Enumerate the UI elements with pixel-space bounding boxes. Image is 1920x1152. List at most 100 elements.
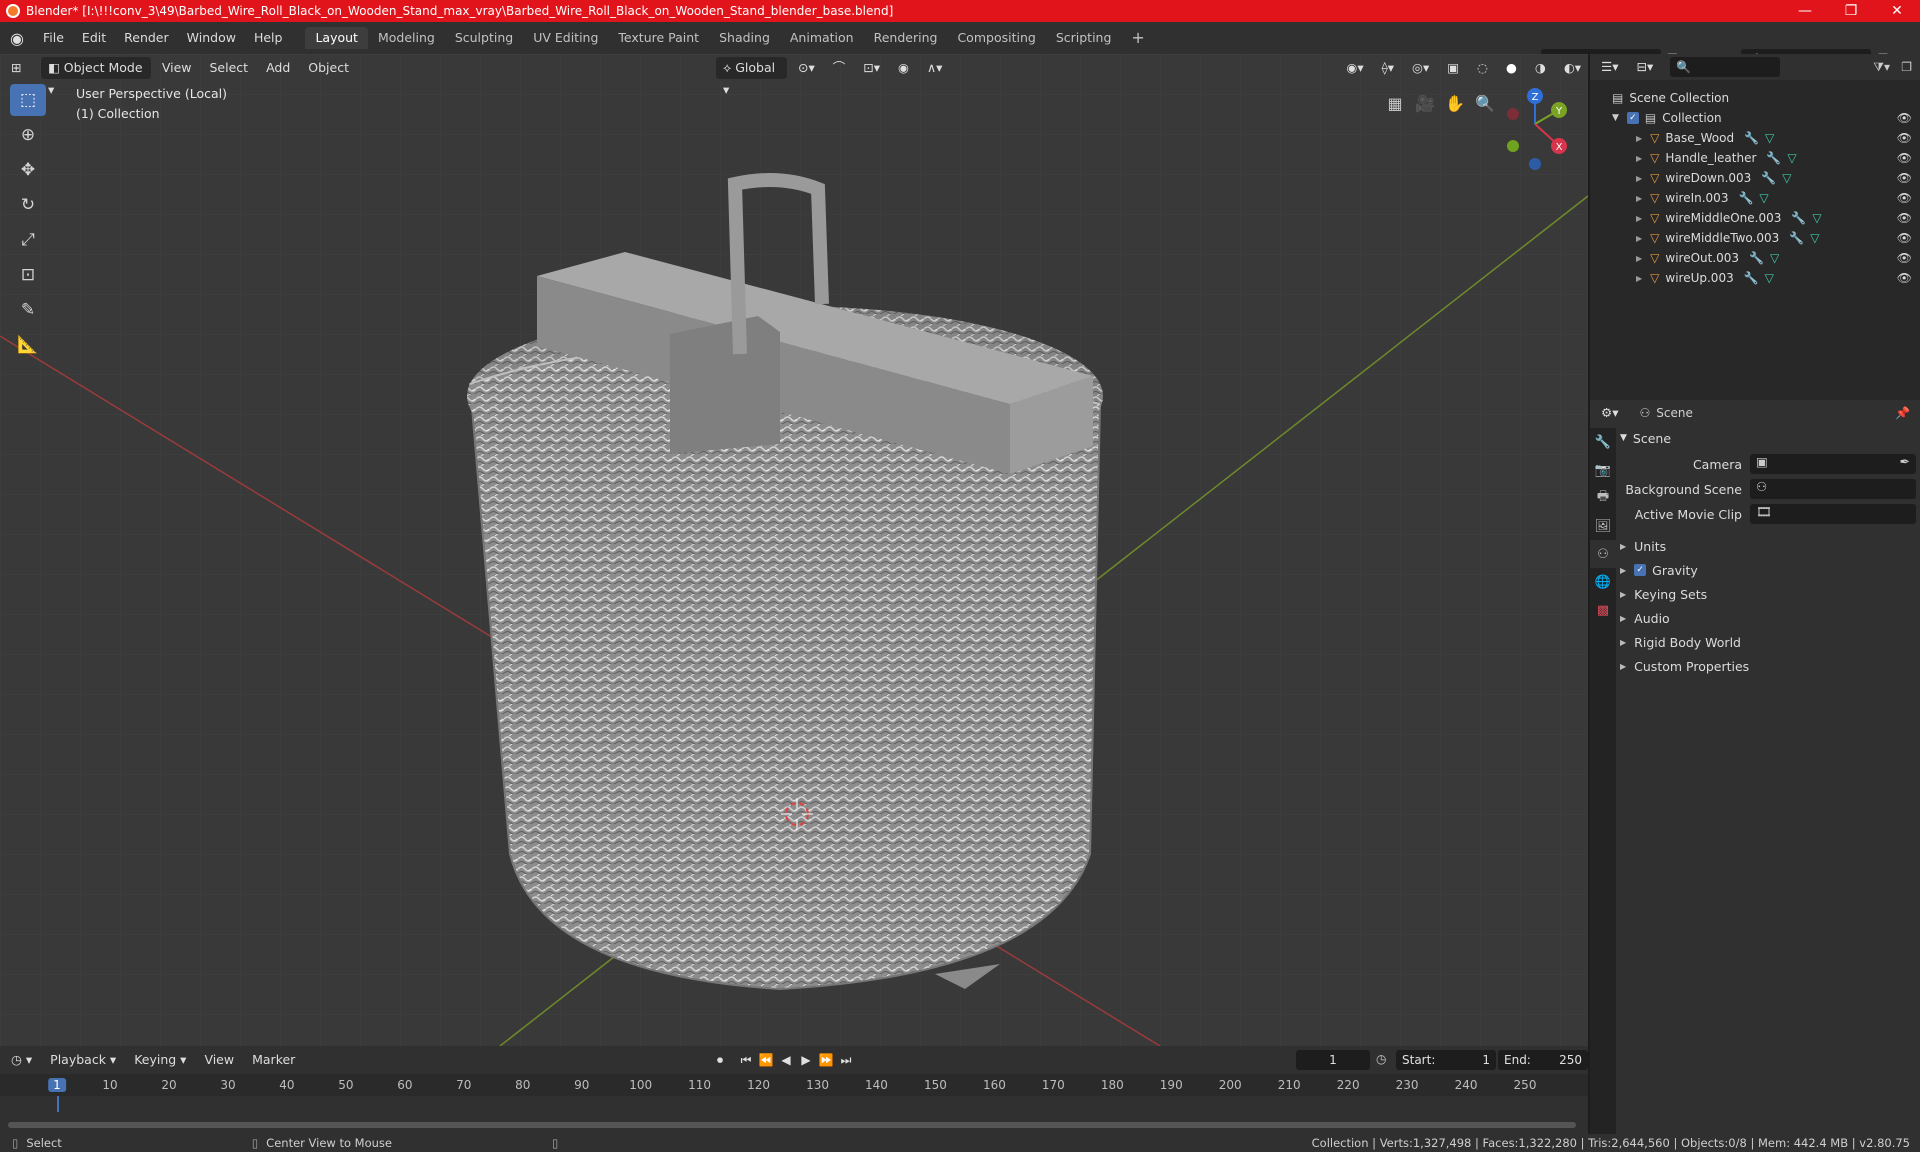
material-shading-icon[interactable]: ◑ — [1528, 57, 1553, 79]
outliner-object-row[interactable]: ▶ ▽ wireIn.003 🔧 ▽ 👁 — [1590, 188, 1920, 208]
tab-shading[interactable]: Shading — [709, 27, 780, 49]
timeline-menu-playback[interactable]: Playback ▾ — [43, 1049, 123, 1071]
panel-keying-sets[interactable]: ▶ Keying Sets — [1620, 582, 1916, 606]
collection-checkbox[interactable]: ✓ — [1626, 112, 1639, 124]
scene-panel-header[interactable]: ▼ Scene — [1620, 426, 1916, 450]
timeline-editor[interactable]: ◷ ▾ Playback ▾ Keying ▾ View Marker ⏺ ⏮ … — [0, 1046, 1588, 1134]
expand-arrow-icon[interactable]: ▶ — [1636, 174, 1642, 183]
tab-rendering[interactable]: Rendering — [864, 27, 948, 49]
eyedropper-icon[interactable]: ✒ — [1900, 454, 1910, 469]
outliner-object-row[interactable]: ▶ ▽ wireDown.003 🔧 ▽ 👁 — [1590, 168, 1920, 188]
tab-animation[interactable]: Animation — [780, 27, 864, 49]
collection-row[interactable]: ▼ ✓ ▤ Collection 👁 — [1590, 108, 1920, 128]
expand-arrow-icon[interactable]: ▶ — [1636, 234, 1642, 243]
pin-icon[interactable]: 📌 — [1895, 406, 1910, 420]
snap-target-icon[interactable]: ⊡▾ — [856, 57, 887, 79]
mesh-data-icon[interactable]: ▽ — [1810, 231, 1819, 245]
editor-type-button[interactable]: ⊞ ▾ — [4, 57, 37, 97]
camera-field[interactable]: ▣ ✒ — [1750, 454, 1916, 474]
minimize-button[interactable]: — — [1782, 0, 1828, 22]
maximize-button[interactable]: ❐ — [1828, 0, 1874, 22]
timeline-editor-type-button[interactable]: ◷ ▾ — [4, 1049, 39, 1071]
rendered-shading-icon[interactable]: ◐▾ — [1557, 57, 1588, 79]
measure-tool-icon[interactable]: 📐 — [10, 329, 46, 361]
collection-visibility-eye-icon[interactable]: 👁 — [1897, 111, 1912, 125]
mesh-data-icon[interactable]: ▽ — [1765, 131, 1774, 145]
pan-hand-icon[interactable]: ✋ — [1440, 88, 1470, 118]
outliner-object-row[interactable]: ▶ ▽ wireOut.003 🔧 ▽ 👁 — [1590, 248, 1920, 268]
world-tab-icon[interactable]: 🌐 — [1590, 568, 1616, 596]
outliner-object-row[interactable]: ▶ ▽ Handle_leather 🔧 ▽ 👁 — [1590, 148, 1920, 168]
cursor-tool-icon[interactable]: ⊕ — [10, 119, 46, 151]
proportional-edit-icon[interactable]: ◉ — [891, 57, 916, 79]
xray-icon[interactable]: ▣ — [1440, 57, 1466, 79]
mesh-data-icon[interactable]: ▽ — [1787, 151, 1796, 165]
tab-compositing[interactable]: Compositing — [947, 27, 1045, 49]
tab-texture-paint[interactable]: Texture Paint — [608, 27, 709, 49]
play-reverse-icon[interactable]: ◀ — [776, 1049, 796, 1071]
zoom-icon[interactable]: 🔍 — [1470, 88, 1500, 118]
camera-view-icon[interactable]: 🎥 — [1410, 88, 1440, 118]
collapse-icon[interactable]: ▼ — [1612, 113, 1619, 123]
expand-arrow-icon[interactable]: ▶ — [1636, 254, 1642, 263]
tab-modeling[interactable]: Modeling — [368, 27, 445, 49]
timeline-menu-view[interactable]: View — [197, 1049, 241, 1071]
end-frame-field[interactable]: End: 250 — [1498, 1050, 1588, 1070]
filter-icon[interactable]: ⧩▾ — [1873, 60, 1890, 75]
properties-editor-type-button[interactable]: ⚙▾ — [1594, 402, 1625, 424]
visibility-eye-icon[interactable]: 👁 — [1897, 271, 1912, 285]
transform-tool-icon[interactable]: ⊡ — [10, 259, 46, 291]
visibility-eye-icon[interactable]: 👁 — [1897, 131, 1912, 145]
panel-audio[interactable]: ▶ Audio — [1620, 606, 1916, 630]
solid-shading-icon[interactable]: ● — [1499, 57, 1524, 79]
menu-edit[interactable]: Edit — [73, 22, 115, 54]
modifier-wrench-icon[interactable]: 🔧 — [1749, 251, 1764, 265]
active-movie-clip-field[interactable]: 🎞 — [1750, 504, 1916, 524]
viewport-menu-object[interactable]: Object — [301, 57, 356, 79]
move-tool-icon[interactable]: ✥ — [10, 154, 46, 186]
rotate-tool-icon[interactable]: ↻ — [10, 189, 46, 221]
pivot-point-icon[interactable]: ⊙▾ — [791, 57, 822, 79]
output-tab-icon[interactable]: 🖶 — [1590, 484, 1616, 512]
viewport-menu-view[interactable]: View — [155, 57, 199, 79]
stopwatch-icon[interactable]: ◷ — [1376, 1052, 1386, 1066]
modifier-wrench-icon[interactable]: 🔧 — [1766, 151, 1781, 165]
outliner-search-input[interactable]: 🔍 — [1670, 57, 1781, 77]
prev-keyframe-icon[interactable]: ⏪ — [756, 1049, 776, 1071]
outliner-editor-type-button[interactable]: ☰▾ — [1594, 56, 1625, 78]
scene-collection-row[interactable]: ▤ Scene Collection — [1590, 88, 1920, 108]
display-mode-icon[interactable]: ⊟▾ — [1629, 56, 1660, 78]
outliner-object-row[interactable]: ▶ ▽ wireMiddleTwo.003 🔧 ▽ 👁 — [1590, 228, 1920, 248]
scale-tool-icon[interactable]: ⤢ — [10, 224, 46, 256]
mesh-data-icon[interactable]: ▽ — [1782, 171, 1791, 185]
mesh-data-icon[interactable]: ▽ — [1759, 191, 1768, 205]
gizmo-toggle-icon[interactable]: ⟠▾ — [1375, 57, 1401, 79]
view-layer-tab-icon[interactable]: 🖼 — [1590, 512, 1616, 540]
timeline-scrollbar[interactable] — [8, 1122, 1576, 1128]
modifier-wrench-icon[interactable]: 🔧 — [1744, 131, 1759, 145]
mesh-data-icon[interactable]: ▽ — [1765, 271, 1774, 285]
object-mode-dropdown[interactable]: ◧ Object Mode ▾ — [40, 57, 151, 97]
blender-menu-icon[interactable]: ◉ — [0, 22, 34, 54]
tab-sculpting[interactable]: Sculpting — [445, 27, 523, 49]
outliner-object-row[interactable]: ▶ ▽ wireMiddleOne.003 🔧 ▽ 👁 — [1590, 208, 1920, 228]
outliner-object-row[interactable]: ▶ ▽ Base_Wood 🔧 ▽ 👁 — [1590, 128, 1920, 148]
background-scene-field[interactable]: ⚇ — [1750, 479, 1916, 499]
outliner-object-row[interactable]: ▶ ▽ wireUp.003 🔧 ▽ 👁 — [1590, 268, 1920, 288]
menu-file[interactable]: File — [34, 22, 73, 54]
gravity-checkbox[interactable]: ✓ — [1634, 564, 1647, 576]
start-frame-field[interactable]: Start: 1 — [1396, 1050, 1496, 1070]
modifier-wrench-icon[interactable]: 🔧 — [1789, 231, 1804, 245]
annotate-tool-icon[interactable]: ✎ — [10, 294, 46, 326]
panel-rigid-body-world[interactable]: ▶ Rigid Body World — [1620, 630, 1916, 654]
viewport-menu-select[interactable]: Select — [203, 57, 256, 79]
viewport-menu-add[interactable]: Add — [259, 57, 297, 79]
close-button[interactable]: ✕ — [1874, 0, 1920, 22]
panel-units[interactable]: ▶ Units — [1620, 534, 1916, 558]
3d-viewport[interactable]: Z Y X ⊞ ▾ ◧ Object Mode ▾ View Select Ad… — [0, 54, 1588, 1046]
expand-arrow-icon[interactable]: ▶ — [1636, 134, 1642, 143]
tool-tab-icon[interactable]: 🔧 — [1590, 428, 1616, 456]
render-tab-icon[interactable]: 📷 — [1590, 456, 1616, 484]
tab-uv-editing[interactable]: UV Editing — [523, 27, 608, 49]
menu-help[interactable]: Help — [245, 22, 292, 54]
